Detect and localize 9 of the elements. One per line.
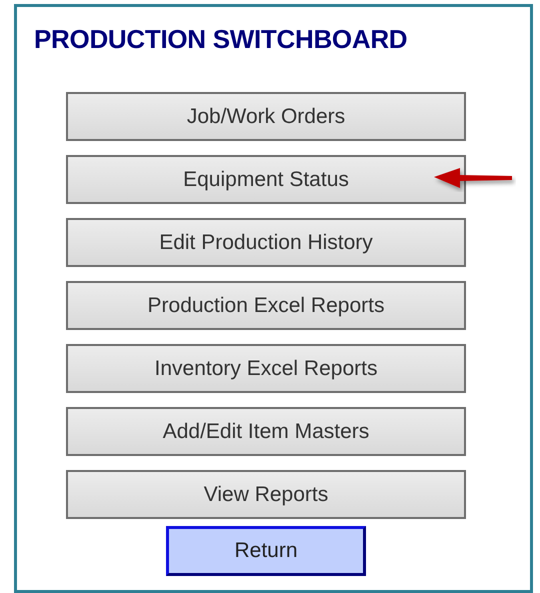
menu-button[interactable]: Inventory Excel Reports xyxy=(66,344,466,393)
menu-button[interactable]: Equipment Status xyxy=(66,155,466,204)
return-button[interactable]: Return xyxy=(166,526,366,576)
menu-button[interactable]: Add/Edit Item Masters xyxy=(66,407,466,456)
menu-button[interactable]: Production Excel Reports xyxy=(66,281,466,330)
menu-button[interactable]: Edit Production History xyxy=(66,218,466,267)
menu-button[interactable]: Job/Work Orders xyxy=(66,92,466,141)
menu-button[interactable]: View Reports xyxy=(66,470,466,519)
switchboard-title: PRODUCTION SWITCHBOARD xyxy=(34,23,408,56)
